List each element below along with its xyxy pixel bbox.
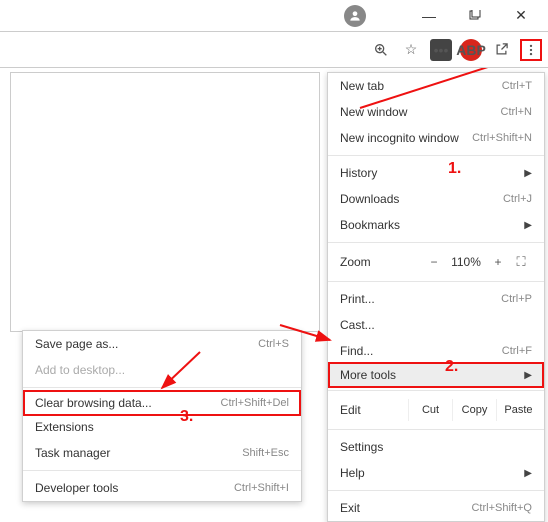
menu-label: Settings: [340, 440, 383, 454]
submenu-add-desktop: Add to desktop...: [23, 357, 301, 383]
profile-icon[interactable]: [344, 5, 366, 27]
chevron-right-icon: ▶: [524, 370, 532, 381]
chevron-right-icon: ▶: [524, 168, 532, 179]
shortcut: Ctrl+T: [502, 80, 532, 92]
menu-new-incognito[interactable]: New incognito window Ctrl+Shift+N: [328, 125, 544, 151]
menu-label: Downloads: [340, 192, 399, 206]
minimize-button[interactable]: —: [406, 0, 452, 32]
fullscreen-icon[interactable]: ⛶: [510, 254, 532, 270]
menu-settings[interactable]: Settings: [328, 434, 544, 460]
paste-button[interactable]: Paste: [496, 399, 540, 421]
page-panel: [10, 72, 320, 332]
menu-new-window[interactable]: New window Ctrl+N: [328, 99, 544, 125]
zoom-label: Zoom: [340, 255, 422, 269]
menu-help[interactable]: Help ▶: [328, 460, 544, 486]
menu-print[interactable]: Print... Ctrl+P: [328, 286, 544, 312]
chevron-right-icon: ▶: [524, 468, 532, 479]
menu-new-tab[interactable]: New tab Ctrl+T: [328, 73, 544, 99]
shortcut: Shift+Esc: [242, 447, 289, 459]
menu-edit-row: Edit Cut Copy Paste: [328, 395, 544, 425]
menu-label: Help: [340, 466, 365, 480]
menu-label: Cast...: [340, 318, 375, 332]
shortcut: Ctrl+Shift+N: [472, 132, 532, 144]
submenu-extensions[interactable]: Extensions: [23, 414, 301, 440]
zoom-in-button[interactable]: +: [486, 255, 510, 269]
menu-label: New tab: [340, 79, 384, 93]
menu-label: New window: [340, 105, 407, 119]
menu-label: Find...: [340, 344, 373, 358]
menu-bookmarks[interactable]: Bookmarks ▶: [328, 212, 544, 238]
menu-label: Save page as...: [35, 337, 118, 351]
menu-zoom: Zoom − 110% + ⛶: [328, 247, 544, 277]
submenu-task-manager[interactable]: Task manager Shift+Esc: [23, 440, 301, 466]
kebab-menu-button[interactable]: [520, 39, 542, 61]
menu-label: Bookmarks: [340, 218, 400, 232]
menu-label: History: [340, 166, 377, 180]
shortcut: Ctrl+Shift+Del: [221, 397, 289, 409]
more-tools-submenu: Save page as...Ctrl+S Add to desktop... …: [22, 330, 302, 502]
shortcut: Ctrl+P: [501, 293, 532, 305]
close-button[interactable]: ✕: [498, 0, 544, 32]
menu-label: New incognito window: [340, 131, 459, 145]
zoom-icon[interactable]: [370, 39, 392, 61]
chevron-right-icon: ▶: [524, 220, 532, 231]
menu-history[interactable]: History ▶: [328, 160, 544, 186]
menu-more-tools[interactable]: More tools ▶: [328, 362, 544, 388]
share-icon[interactable]: [490, 39, 512, 61]
shortcut: Ctrl+S: [258, 338, 289, 350]
shortcut: Ctrl+N: [501, 106, 532, 118]
menu-label: Developer tools: [35, 481, 118, 495]
menu-find[interactable]: Find... Ctrl+F: [328, 338, 544, 364]
submenu-clear-browsing-data[interactable]: Clear browsing data... Ctrl+Shift+Del: [23, 390, 301, 416]
zoom-value: 110%: [446, 255, 486, 269]
cut-button[interactable]: Cut: [408, 399, 452, 421]
maximize-button[interactable]: [452, 0, 498, 32]
abp-icon[interactable]: ABP: [460, 39, 482, 61]
main-menu: New tab Ctrl+T New window Ctrl+N New incog…: [327, 72, 545, 522]
copy-button[interactable]: Copy: [452, 399, 496, 421]
toolbar: ☆ ••• ABP: [0, 32, 548, 68]
shortcut: Ctrl+Shift+Q: [471, 502, 532, 514]
shortcut: Ctrl+J: [503, 193, 532, 205]
menu-label: Task manager: [35, 446, 110, 460]
titlebar: — ✕: [0, 0, 548, 32]
submenu-save-page[interactable]: Save page as... Ctrl+S: [23, 331, 301, 357]
menu-downloads[interactable]: Downloads Ctrl+J: [328, 186, 544, 212]
shortcut: Ctrl+F: [502, 345, 532, 357]
submenu-developer-tools[interactable]: Developer tools Ctrl+Shift+I: [23, 475, 301, 501]
menu-label: Add to desktop...: [35, 363, 125, 377]
menu-label: Clear browsing data...: [35, 396, 152, 410]
shortcut: Ctrl+Shift+I: [234, 482, 289, 494]
star-icon[interactable]: ☆: [400, 39, 422, 61]
menu-label: More tools: [340, 368, 396, 382]
menu-label: Print...: [340, 292, 375, 306]
extension-icon[interactable]: •••: [430, 39, 452, 61]
edit-label: Edit: [340, 403, 408, 417]
menu-label: Extensions: [35, 420, 94, 434]
menu-exit[interactable]: ExitCtrl+Shift+Q: [328, 495, 544, 521]
menu-cast[interactable]: Cast...: [328, 312, 544, 338]
zoom-out-button[interactable]: −: [422, 255, 446, 269]
